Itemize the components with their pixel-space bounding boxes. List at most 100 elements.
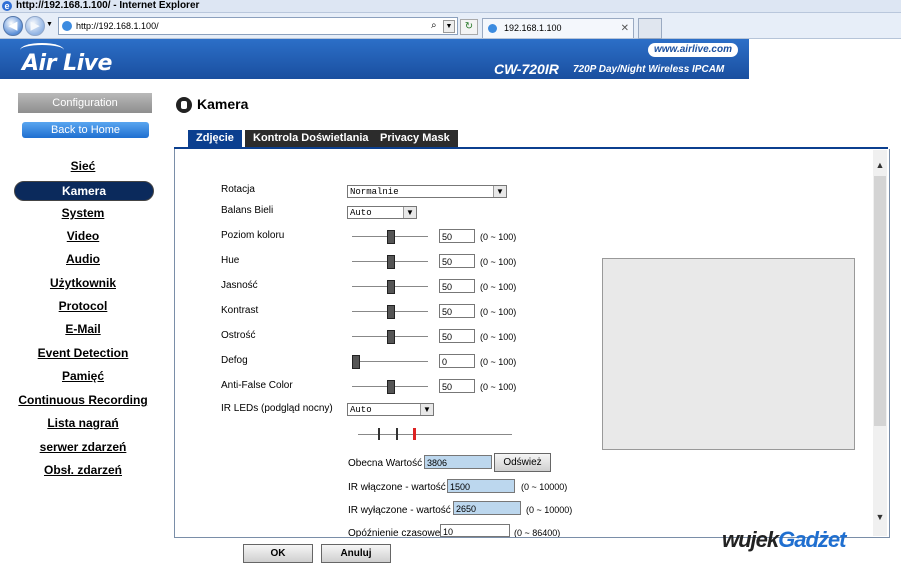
delay-label: Opóźnienie czasowe [348,528,441,537]
watermark-part2: Gadżet [778,527,846,552]
camera-preview [602,258,855,450]
watermark-part1: wujek [722,527,779,552]
ir-leds-select[interactable]: Auto ▼ [347,403,434,416]
ir-on-range: (0 ~ 10000) [521,482,568,492]
sidebar-item[interactable]: Audio [14,252,152,266]
white-balance-value: Auto [350,208,372,218]
slider-label: Ostrość [221,330,256,341]
current-value-marker [413,428,416,440]
refresh-icon[interactable]: ↻ [460,19,478,35]
forward-arrow-icon[interactable]: ▶ [25,16,45,36]
ir-off-marker[interactable] [396,428,398,440]
chevron-down-icon[interactable]: ▼ [873,512,887,526]
vertical-scrollbar[interactable]: ▲ ▼ [873,150,887,536]
slider-value-input[interactable]: 0 [439,354,475,368]
refresh-button[interactable]: Odśwież [494,453,551,472]
ir-on-marker[interactable] [378,428,380,440]
tab-privacy-mask[interactable]: Privacy Mask [372,130,458,147]
slider-track [352,361,428,362]
configuration-button[interactable]: Configuration [18,93,152,113]
page-title: Kamera [197,96,249,112]
delay-input[interactable]: 10 [440,524,510,537]
window-title: http://192.168.1.100/ - Internet Explore… [16,0,200,11]
back-to-home-button[interactable]: Back to Home [22,122,149,138]
sidebar-item[interactable]: Continuous Recording [14,393,152,407]
address-dropdown-icon[interactable]: ▼ [443,20,455,33]
slider-range: (0 ~ 100) [480,307,517,317]
slider-range: (0 ~ 100) [480,332,517,342]
tab-favicon-icon [488,24,497,33]
chevron-down-icon: ▼ [420,404,433,415]
ir-threshold-track [358,434,512,435]
slider-knob[interactable] [387,255,395,269]
chevron-up-icon[interactable]: ▲ [873,160,887,174]
tab-kontrola-doswietlania[interactable]: Kontrola Doświetlania [245,130,377,147]
slider-label: Poziom koloru [221,230,285,241]
slider-label: Hue [221,255,240,266]
sidebar-item[interactable]: E-Mail [14,322,152,336]
rotation-label: Rotacja [221,184,255,195]
chevron-down-icon: ▼ [403,207,416,218]
search-icon[interactable]: ⌕ [431,18,443,34]
slider-knob[interactable] [387,230,395,244]
address-url: http://192.168.1.100/ [76,21,159,31]
current-value-field: 3806 [424,455,492,469]
rotation-select[interactable]: Normalnie ▼ [347,185,507,198]
watermark: wujekGadżet [722,527,847,553]
slider-label: Jasność [221,280,258,291]
new-tab-button[interactable] [638,18,662,39]
browser-tab[interactable]: 192.168.1.100 ✕ [482,18,634,38]
slider-knob[interactable] [352,355,360,369]
ir-on-label: IR włączone - wartość [348,482,446,493]
ir-on-input[interactable]: 1500 [447,479,515,493]
slider-value-input[interactable]: 50 [439,229,475,243]
slider-value-input[interactable]: 50 [439,254,475,268]
sidebar-item[interactable]: System [14,206,152,220]
sidebar-item[interactable]: Video [14,229,152,243]
sidebar-item[interactable]: Sieć [14,159,152,173]
sidebar-item[interactable]: serwer zdarzeń [14,440,152,454]
rotation-value: Normalnie [350,187,399,197]
sidebar-item[interactable]: Obsł. zdarzeń [14,463,152,477]
cancel-button[interactable]: Anuluj [321,544,391,563]
back-arrow-icon[interactable]: ◀ [3,16,23,36]
slider-value-input[interactable]: 50 [439,379,475,393]
scrollbar-thumb[interactable] [874,176,886,426]
close-tab-icon[interactable]: ✕ [621,19,629,38]
slider-range: (0 ~ 100) [480,257,517,267]
title-bar: e http://192.168.1.100/ - Internet Explo… [0,0,901,13]
address-bar[interactable]: http://192.168.1.100/ ⌕ ▼ [58,17,458,35]
white-balance-select[interactable]: Auto ▼ [347,206,417,219]
ir-off-label: IR wyłączone - wartość [348,505,451,516]
browser-toolbar: ◀ ▶ ▼ http://192.168.1.100/ ⌕ ▼ ↻ 192.16… [0,13,901,39]
slider-knob[interactable] [387,380,395,394]
tab-title: 192.168.1.100 [504,23,562,33]
ir-leds-label: IR LEDs (podgląd nocny) [221,403,333,414]
slider-range: (0 ~ 100) [480,232,517,242]
sidebar-item[interactable]: Kamera [14,181,154,201]
ir-leds-value: Auto [350,405,372,415]
slider-value-input[interactable]: 50 [439,329,475,343]
ie-icon: e [2,1,12,11]
slider-knob[interactable] [387,305,395,319]
page-favicon-icon [62,21,72,31]
slider-label: Kontrast [221,305,259,316]
tab-zdjecie[interactable]: Zdjęcie [188,130,242,147]
sidebar-item[interactable]: Event Detection [14,346,152,360]
sidebar-item[interactable]: Protocol [14,299,152,313]
sidebar-item[interactable]: Pamięć [14,369,152,383]
slider-value-input[interactable]: 50 [439,279,475,293]
sidebar-item[interactable]: Lista nagrań [14,416,152,430]
slider-value-input[interactable]: 50 [439,304,475,318]
sidebar-item[interactable]: Użytkownik [14,276,152,290]
camera-icon [176,97,192,113]
ir-off-input[interactable]: 2650 [453,501,521,515]
ok-button[interactable]: OK [243,544,313,563]
slider-knob[interactable] [387,280,395,294]
slider-label: Defog [221,355,248,366]
slider-knob[interactable] [387,330,395,344]
slider-range: (0 ~ 100) [480,357,517,367]
airlive-logo: Air Live [22,51,112,76]
history-dropdown-icon[interactable]: ▼ [46,21,53,28]
slider-range: (0 ~ 100) [480,382,517,392]
